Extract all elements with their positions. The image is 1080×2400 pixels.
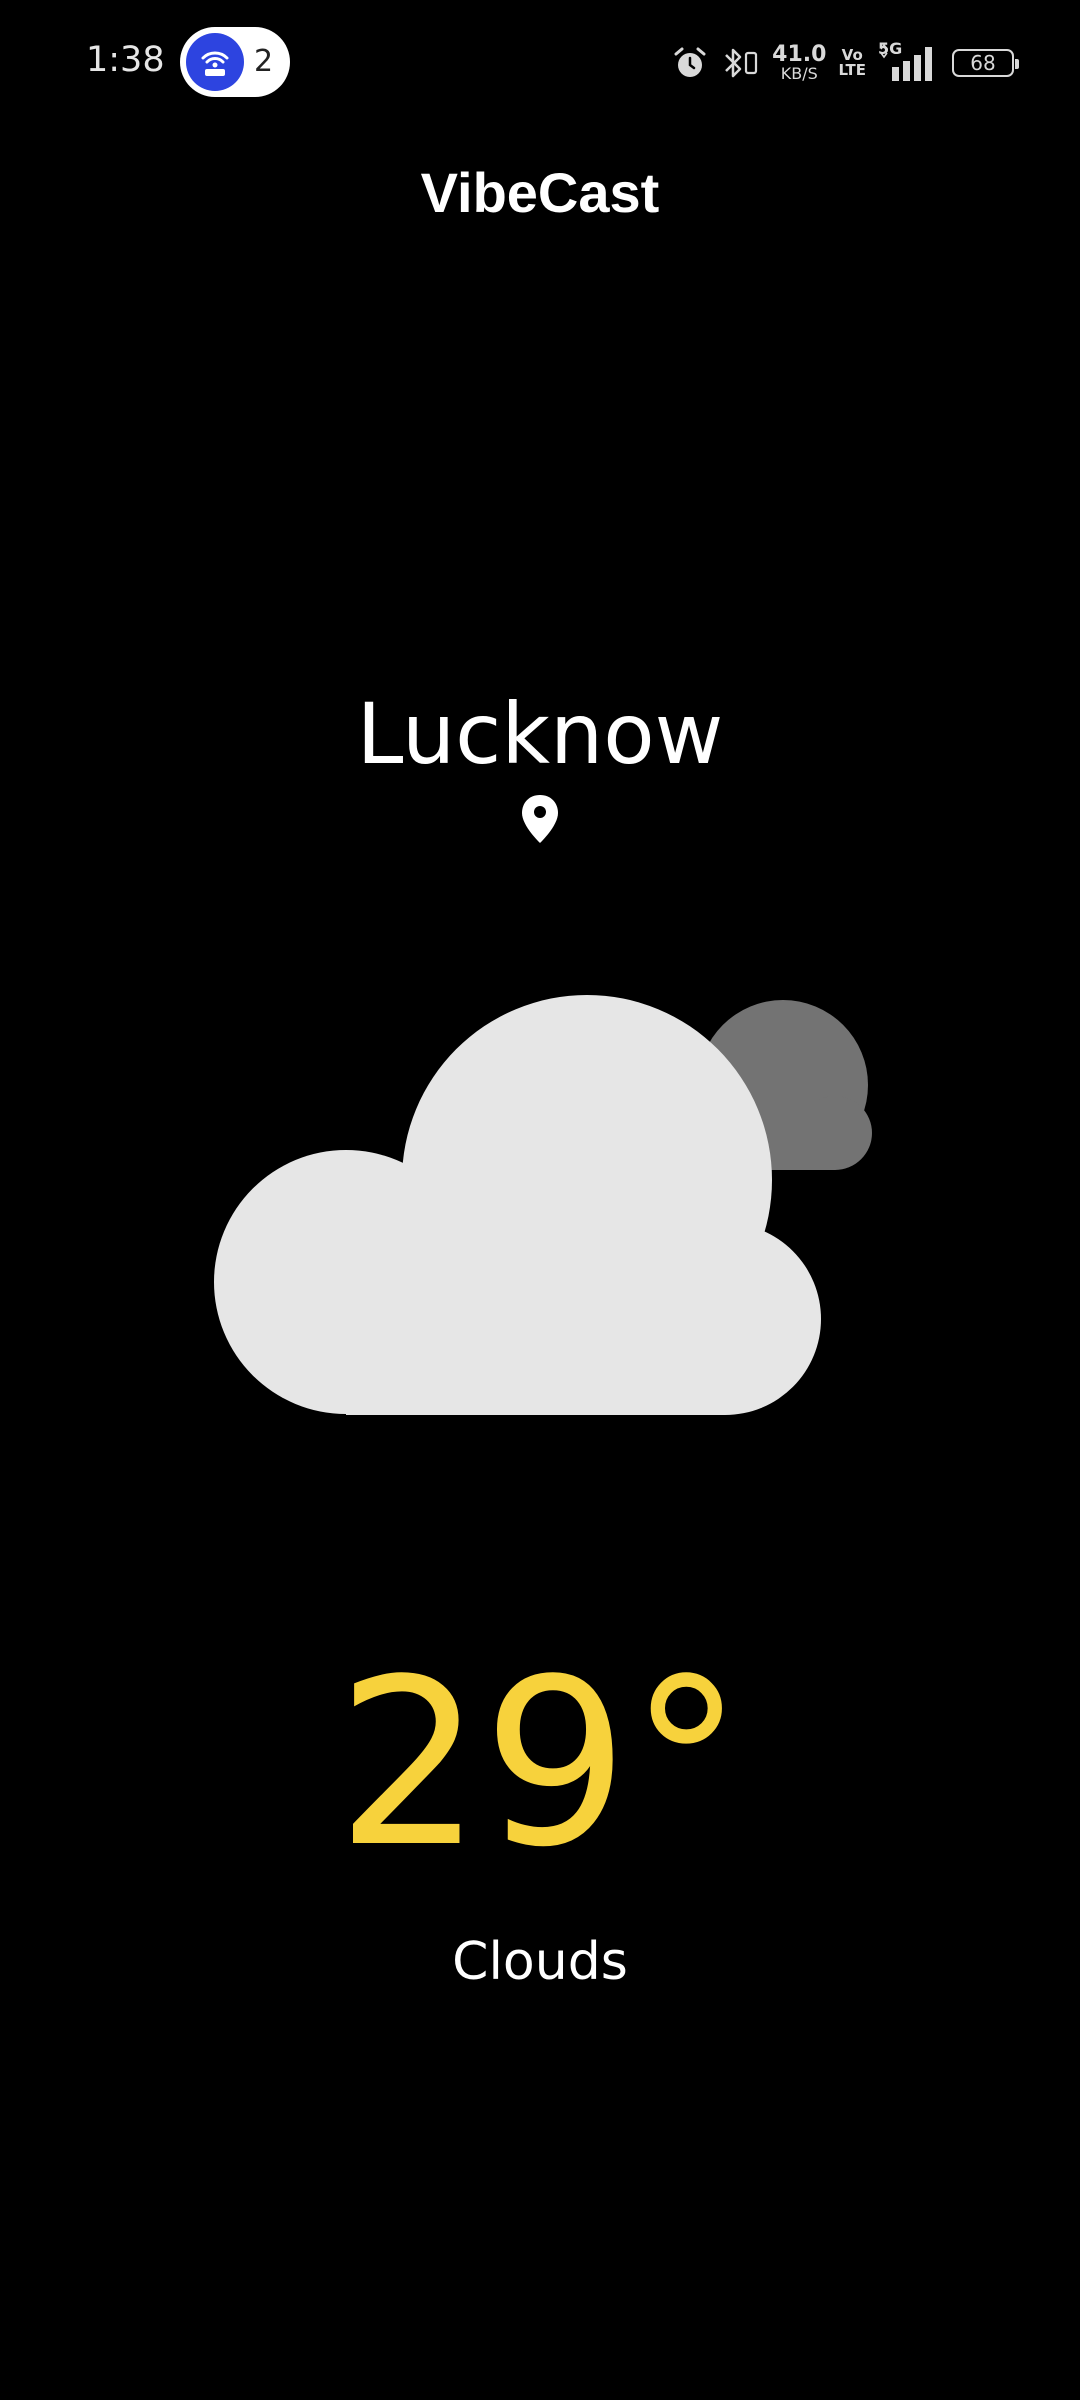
clouds-icon (214, 995, 872, 1415)
status-time: 1:38 (86, 40, 165, 80)
bluetooth-icon (725, 48, 758, 78)
hotspot-count: 2 (254, 44, 274, 79)
signal-icon: 5G (878, 39, 940, 83)
volte-indicator: Vo LTE (838, 48, 866, 78)
status-bar: 1:38 2 41.0 KB/S Vo LTE 5G 68 (0, 0, 1080, 125)
hotspot-icon (186, 33, 244, 91)
temperature-value: 29° (336, 1631, 744, 1898)
network-speed: 41.0 KB/S (772, 44, 826, 82)
alarm-icon (674, 47, 706, 77)
city-name: Lucknow (356, 685, 724, 783)
battery-icon: 68 (952, 49, 1019, 77)
status-icons: 41.0 KB/S Vo LTE 5G 68 (672, 38, 1019, 88)
network-speed-value: 41.0 (772, 42, 827, 67)
battery-level: 68 (970, 51, 996, 75)
hotspot-indicator[interactable]: 2 (180, 27, 290, 97)
network-speed-unit: KB/S (780, 64, 818, 83)
weather-condition: Clouds (452, 1932, 628, 1992)
volte-bottom: LTE (838, 61, 866, 79)
app-title: VibeCast (420, 161, 660, 224)
location-pin-icon (522, 795, 558, 843)
